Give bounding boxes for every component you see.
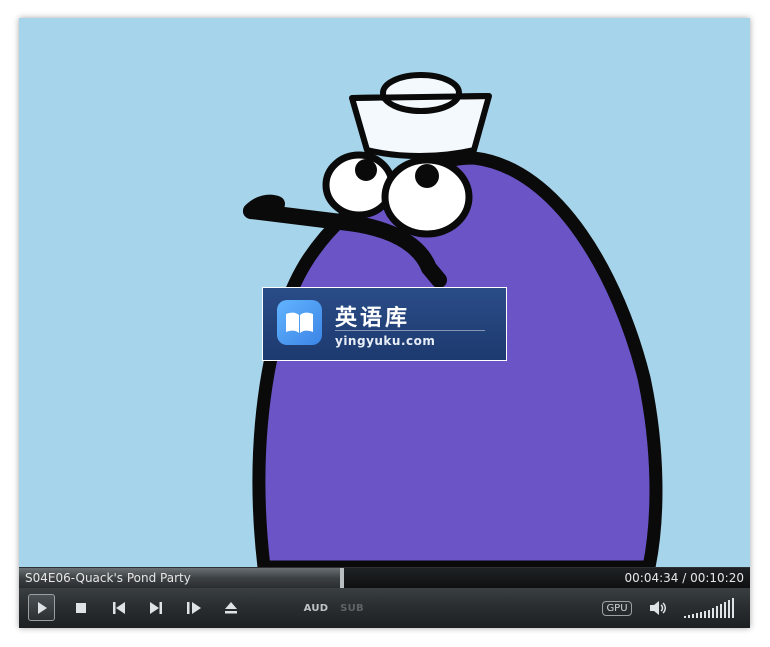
file-name: S04E06-Quack's Pond Party bbox=[25, 571, 191, 585]
seek-bar[interactable]: S04E06-Quack's Pond Party 00:04:34 / 00:… bbox=[19, 567, 750, 588]
speaker-icon bbox=[650, 601, 666, 615]
previous-icon bbox=[113, 602, 125, 614]
stop-button[interactable] bbox=[71, 598, 91, 618]
watermark-title: 英语库 bbox=[335, 306, 411, 331]
media-player: 英语库 yingyuku.com S04E06-Quack's Pond Par… bbox=[19, 18, 750, 628]
previous-button[interactable] bbox=[109, 598, 129, 618]
mute-button[interactable] bbox=[647, 598, 669, 618]
gpu-label: GPU bbox=[602, 600, 632, 616]
frame-step-button[interactable] bbox=[184, 598, 204, 618]
eject-button[interactable] bbox=[221, 598, 241, 618]
control-bar: AUD SUB GPU bbox=[19, 588, 750, 628]
watermark-divider bbox=[335, 330, 485, 331]
video-area[interactable]: 英语库 yingyuku.com bbox=[19, 18, 750, 567]
audio-track-button[interactable]: AUD bbox=[303, 600, 329, 616]
gpu-toggle[interactable]: GPU bbox=[601, 598, 633, 618]
frame-step-icon bbox=[187, 602, 201, 614]
next-icon bbox=[150, 602, 162, 614]
seek-handle[interactable] bbox=[340, 568, 345, 588]
play-icon bbox=[37, 601, 47, 614]
watermark-url: yingyuku.com bbox=[335, 334, 436, 348]
stop-icon bbox=[76, 603, 86, 613]
book-icon bbox=[277, 300, 322, 345]
site-watermark: 英语库 yingyuku.com bbox=[262, 287, 507, 361]
volume-slider[interactable] bbox=[683, 596, 739, 620]
play-button[interactable] bbox=[28, 594, 55, 621]
volume-bars-icon bbox=[684, 598, 734, 618]
subtitle-button[interactable]: SUB bbox=[339, 600, 365, 616]
eject-icon bbox=[225, 602, 237, 614]
time-display: 00:04:34 / 00:10:20 bbox=[624, 571, 744, 585]
next-button[interactable] bbox=[146, 598, 166, 618]
